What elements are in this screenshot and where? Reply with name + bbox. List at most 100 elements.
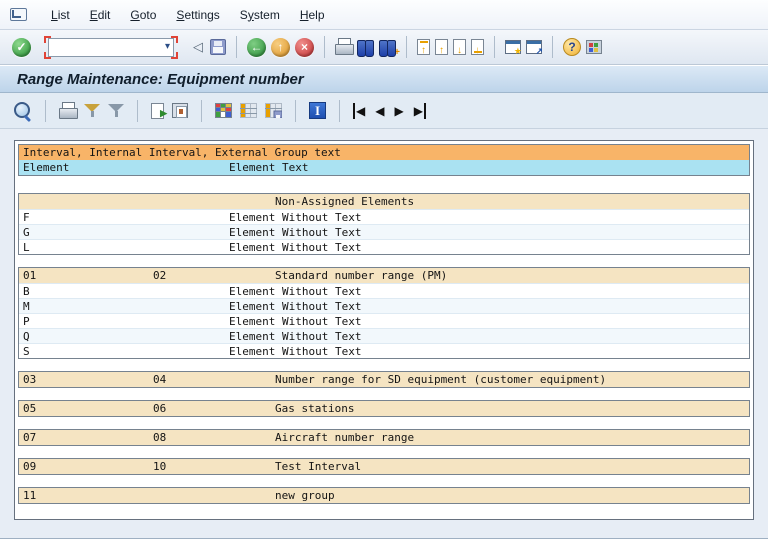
collapse-toolbar-icon[interactable]: ◁ [191,39,205,55]
application-toolbar: ▶ I ◀ ◀ ▶ ▶ [0,93,768,129]
element-row[interactable]: B Element Without Text [19,283,749,298]
page-down-button[interactable]: ↓ [453,39,466,56]
previous-page-nav-button[interactable]: ◀ [374,103,385,119]
fix-column-button[interactable] [240,103,257,118]
element-row[interactable]: F Element Without Text [19,209,749,224]
element-text: Element Without Text [229,226,362,239]
last-page-button[interactable]: ↓ [471,39,484,56]
menu-label-accel: L [51,7,58,22]
group-header-row[interactable]: 01 02 Standard number range (PM) [19,268,749,283]
group-text: Number range for SD equipment (customer … [275,373,607,386]
range-group-block: 07 08 Aircraft number range [18,429,750,446]
toolbar-separator [406,36,407,58]
group-text: Gas stations [275,402,355,415]
interval-to: 08 [153,431,167,444]
legend-button[interactable]: I [309,102,326,119]
plus-icon: + [394,47,400,58]
menu-item-list[interactable]: List [41,5,80,25]
arrow-up-icon: ↑ [421,45,426,56]
export-button[interactable]: ▶ [151,102,167,119]
range-list-container: Interval, Internal Interval, External Gr… [14,140,754,520]
menu-label-post: stem [253,7,280,22]
menu-items: List Edit Goto Settings System Help [41,5,335,25]
toolbar-separator [295,99,296,122]
exit-button[interactable]: ↑ [271,37,290,57]
element-id: S [23,345,30,358]
save-layout-button[interactable] [265,103,282,118]
interval-from: 01 [23,269,37,282]
group-header-row[interactable]: 03 04 Number range for SD equipment (custo… [19,372,749,387]
interval-from: 03 [23,373,37,386]
group-text: Non-Assigned Elements [275,195,415,208]
element-text: Element Without Text [229,345,362,358]
element-text: Element Without Text [229,330,362,343]
element-row[interactable]: Q Element Without Text [19,328,749,343]
spool-button[interactable] [172,103,188,118]
menu-item-settings[interactable]: Settings [166,5,229,25]
list-content-area: Interval, Internal Interval, External Gr… [0,129,768,538]
range-group-block: 09 10 Test Interval [18,458,750,475]
group-header-row[interactable]: 05 06 Gas stations [19,401,749,416]
element-row[interactable]: P Element Without Text [19,313,749,328]
customize-layout-button[interactable] [586,40,602,54]
interval-from: 09 [23,460,37,473]
element-id: Q [23,330,30,343]
element-row[interactable]: L Element Without Text [19,239,749,254]
group-header-row[interactable]: 09 10 Test Interval [19,459,749,474]
group-text: new group [275,489,335,502]
first-page-button[interactable]: ↑ [417,39,430,56]
print-button[interactable] [335,38,354,55]
save-button[interactable] [210,39,226,55]
group-header-row[interactable]: Non-Assigned Elements [19,194,749,209]
interval-to: 06 [153,402,167,415]
range-group-block: Non-Assigned Elements F Element Without Te… [18,193,750,255]
menu-item-system[interactable]: System [230,5,290,25]
filter-button[interactable] [108,103,124,118]
group-header-row[interactable]: 07 08 Aircraft number range [19,430,749,445]
menu-item-goto[interactable]: Goto [120,5,166,25]
list-header-block: Interval, Internal Interval, External Gr… [18,144,750,176]
interval-to: 10 [153,460,167,473]
element-row[interactable]: G Element Without Text [19,224,749,239]
element-row[interactable]: S Element Without Text [19,343,749,358]
cancel-button[interactable]: × [295,37,314,57]
star-icon: ★ [513,46,522,56]
new-session-button[interactable]: ★ [505,40,522,56]
create-shortcut-button[interactable]: ↗ [526,40,543,56]
shortcut-arrow-icon: ↗ [535,46,543,56]
element-text: Element Without Text [229,315,362,328]
last-page-nav-button[interactable]: ▶ [413,102,426,119]
choose-detail-button[interactable] [14,101,32,120]
find-icon[interactable] [357,40,374,57]
group-header-row[interactable]: 11 new group [19,488,749,503]
window-menu-icon[interactable] [10,8,27,21]
element-id: L [23,241,30,254]
sort-button[interactable] [84,103,100,118]
command-field-input[interactable] [48,37,174,57]
toolbar-separator [201,99,202,122]
first-page-nav-button[interactable]: ◀ [353,102,366,119]
find-next-icon[interactable]: + [379,40,400,58]
range-group-block: 01 02 Standard number range (PM) B Element W… [18,267,750,359]
toolbar-separator [324,36,325,58]
export-arrow-icon: ▶ [160,107,167,118]
page-up-button[interactable]: ↑ [435,39,448,56]
arrow-down-icon: ↓ [475,45,480,56]
back-button[interactable]: ← [247,37,266,57]
enter-button[interactable]: ✓ [12,37,31,57]
print-list-button[interactable] [59,101,78,119]
element-id: P [23,315,30,328]
menu-bar: List Edit Goto Settings System Help [0,0,768,30]
menu-item-help[interactable]: Help [290,5,335,25]
menu-label-accel: E [89,7,98,22]
alv-grid-button[interactable] [215,103,232,118]
range-group-block: 05 06 Gas stations [18,400,750,417]
standard-toolbar: ✓ ▾ ◁ ← ↑ × + ↑ ↑ ↓ ↓ ★ ↗ ? [0,30,768,65]
next-page-nav-button[interactable]: ▶ [393,103,404,119]
range-group-block: 11 new group [18,487,750,504]
page-title: Range Maintenance: Equipment number [17,70,304,88]
element-text: Element Without Text [229,300,362,313]
menu-item-edit[interactable]: Edit [80,5,121,25]
help-button[interactable]: ? [563,38,581,56]
element-row[interactable]: M Element Without Text [19,298,749,313]
